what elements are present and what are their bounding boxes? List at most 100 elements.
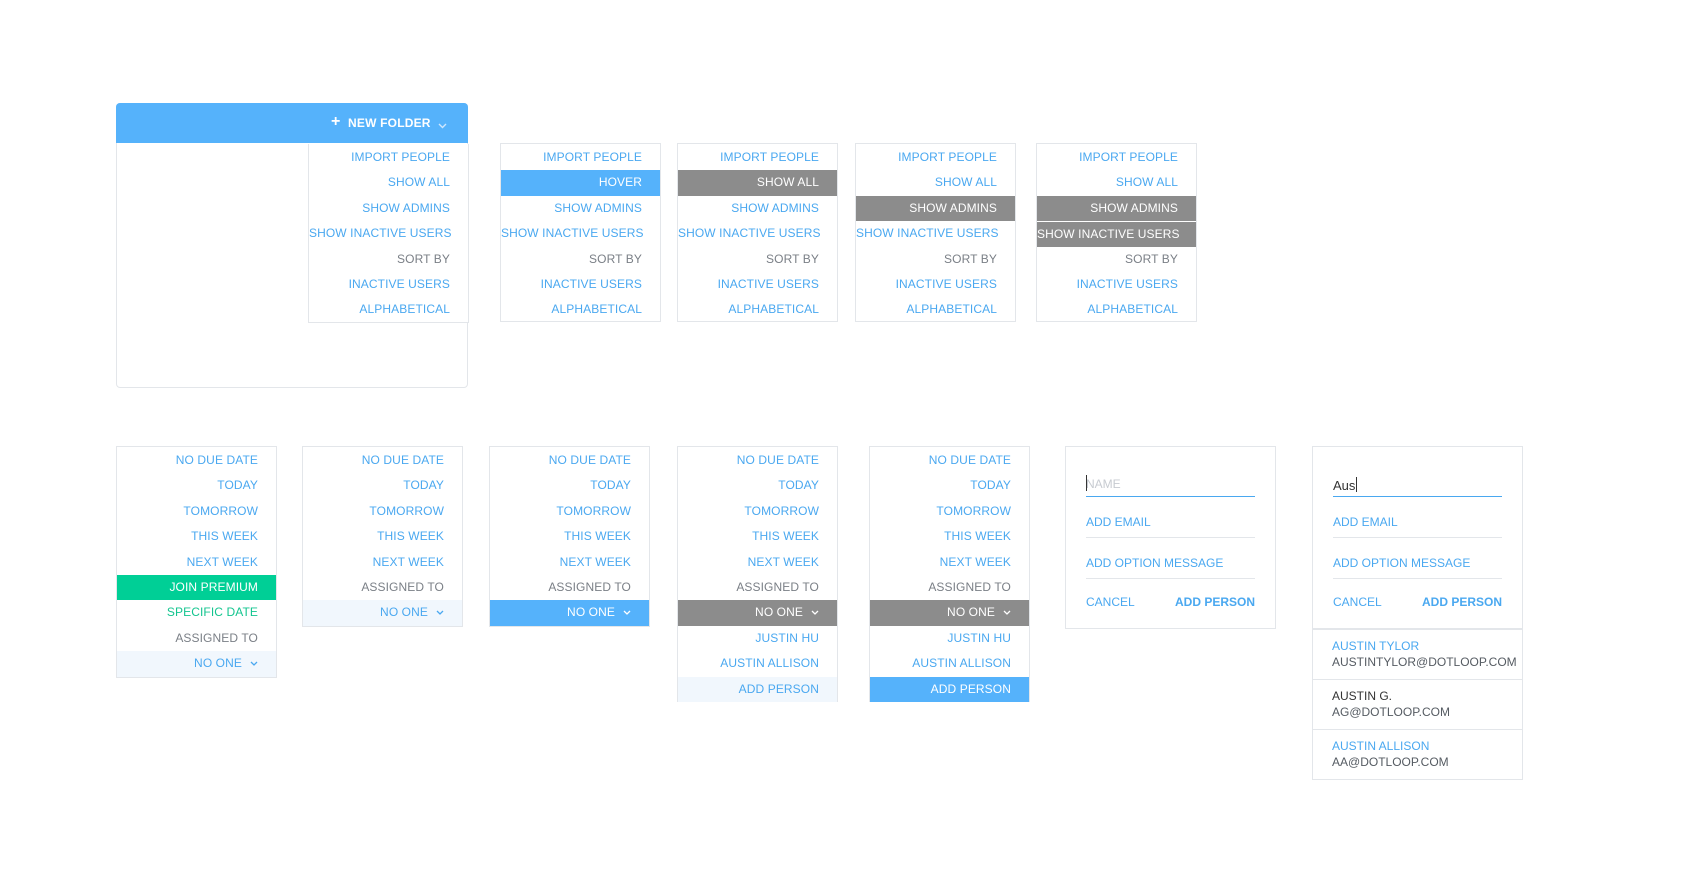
menu-item-inactive-users[interactable]: INACTIVE USERS xyxy=(501,272,660,297)
suggestion-email: AG@DOTLOOP.COM xyxy=(1332,705,1450,719)
add-option-message-link[interactable]: ADD OPTION MESSAGE xyxy=(1333,556,1470,570)
menu-item-no-due-date[interactable]: NO DUE DATE xyxy=(303,448,462,473)
menu-item-today[interactable]: TODAY xyxy=(870,473,1029,498)
name-input[interactable]: Aus xyxy=(1333,457,1502,497)
name-placeholder: NAME xyxy=(1086,477,1121,491)
menu-item-show-all[interactable]: SHOW ALL xyxy=(309,170,468,195)
add-option-message-link[interactable]: ADD OPTION MESSAGE xyxy=(1086,556,1223,570)
menu-item-show-all[interactable]: SHOW ALL xyxy=(856,170,1015,195)
menu-item-alphabetical[interactable]: ALPHABETICAL xyxy=(678,297,837,322)
menu-item-next-week[interactable]: NEXT WEEK xyxy=(490,550,649,575)
menu-item-today[interactable]: TODAY xyxy=(678,473,837,498)
menu-item-this-week[interactable]: THIS WEEK xyxy=(678,524,837,549)
chevron-down-icon[interactable] xyxy=(438,118,447,132)
menu-item-show-all[interactable]: SHOW ALL xyxy=(1037,170,1196,195)
menu-item-next-week[interactable]: NEXT WEEK xyxy=(870,550,1029,575)
menu-item-import-people[interactable]: IMPORT PEOPLE xyxy=(678,145,837,170)
filter-menu-multi-selected: IMPORT PEOPLE SHOW ALL SHOW ADMINS SHOW … xyxy=(1036,143,1197,322)
menu-item-tomorrow[interactable]: TOMORROW xyxy=(303,499,462,524)
menu-item-today[interactable]: TODAY xyxy=(303,473,462,498)
menu-item-person[interactable]: JUSTIN HU xyxy=(678,626,837,651)
new-folder-label[interactable]: NEW FOLDER xyxy=(348,116,431,130)
suggestion-email: AA@DOTLOOP.COM xyxy=(1332,755,1449,769)
menu-item-no-due-date[interactable]: NO DUE DATE xyxy=(117,448,276,473)
add-person-button[interactable]: ADD PERSON xyxy=(678,676,837,702)
menu-item-this-week[interactable]: THIS WEEK xyxy=(490,524,649,549)
suggestion-item[interactable]: AUSTIN TYLOR AUSTINTYLOR@DOTLOOP.COM xyxy=(1313,629,1522,679)
filter-menu-show-all-selected: IMPORT PEOPLE SHOW ALL SHOW ADMINS SHOW … xyxy=(677,143,838,322)
menu-item-person[interactable]: AUSTIN ALLISON xyxy=(678,651,837,676)
menu-item-import-people[interactable]: IMPORT PEOPLE xyxy=(309,145,468,170)
menu-item-person[interactable]: JUSTIN HU xyxy=(870,626,1029,651)
menu-item-import-people[interactable]: IMPORT PEOPLE xyxy=(1037,145,1196,170)
cancel-button[interactable]: CANCEL xyxy=(1333,595,1382,609)
menu-item-tomorrow[interactable]: TOMORROW xyxy=(490,499,649,524)
menu-item-no-due-date[interactable]: NO DUE DATE xyxy=(490,448,649,473)
menu-item-next-week[interactable]: NEXT WEEK xyxy=(117,550,276,575)
menu-label-sort-by: SORT BY xyxy=(944,251,997,266)
due-menu-add-person-hover: NO DUE DATE TODAY TOMORROW THIS WEEK NEX… xyxy=(869,446,1030,702)
menu-label-assigned-to: ASSIGNED TO xyxy=(736,579,819,594)
menu-item-hover[interactable]: HOVER xyxy=(501,170,660,196)
menu-item-show-admins[interactable]: SHOW ADMINS xyxy=(856,195,1015,222)
menu-item-next-week[interactable]: NEXT WEEK xyxy=(678,550,837,575)
assignee-select[interactable]: NO ONE xyxy=(117,651,276,677)
menu-item-inactive-users[interactable]: INACTIVE USERS xyxy=(309,272,468,297)
form-actions: CANCEL ADD PERSON xyxy=(1086,585,1255,615)
menu-item-import-people[interactable]: IMPORT PEOPLE xyxy=(856,145,1015,170)
suggestion-item[interactable]: AUSTIN G. AG@DOTLOOP.COM xyxy=(1313,679,1522,729)
menu-item-today[interactable]: TODAY xyxy=(117,473,276,498)
add-email-row: ADD EMAIL xyxy=(1333,498,1502,538)
join-premium-button[interactable]: JOIN PREMIUM xyxy=(117,574,276,601)
menu-item-show-inactive-users[interactable]: SHOW INACTIVE USERS xyxy=(1037,221,1196,247)
menu-item-no-due-date[interactable]: NO DUE DATE xyxy=(678,448,837,473)
assignee-select[interactable]: NO ONE xyxy=(870,600,1029,626)
menu-item-show-all[interactable]: SHOW ALL xyxy=(678,170,837,196)
menu-item-this-week[interactable]: THIS WEEK xyxy=(117,524,276,549)
menu-item-no-due-date[interactable]: NO DUE DATE xyxy=(870,448,1029,473)
add-email-link[interactable]: ADD EMAIL xyxy=(1086,515,1151,529)
chevron-down-icon xyxy=(811,610,819,616)
menu-item-alphabetical[interactable]: ALPHABETICAL xyxy=(501,297,660,322)
add-person-form-typed: Aus ADD EMAIL ADD OPTION MESSAGE CANCEL … xyxy=(1312,446,1523,629)
menu-item-alphabetical[interactable]: ALPHABETICAL xyxy=(1037,297,1196,322)
cancel-button[interactable]: CANCEL xyxy=(1086,595,1135,609)
menu-item-show-admins[interactable]: SHOW ADMINS xyxy=(501,196,660,221)
menu-item-today[interactable]: TODAY xyxy=(490,473,649,498)
menu-item-show-inactive-users[interactable]: SHOW INACTIVE USERS xyxy=(856,221,1015,246)
menu-item-alphabetical[interactable]: ALPHABETICAL xyxy=(856,297,1015,322)
menu-item-show-inactive-users[interactable]: SHOW INACTIVE USERS xyxy=(678,221,837,246)
menu-item-inactive-users[interactable]: INACTIVE USERS xyxy=(856,272,1015,297)
suggestion-item[interactable]: AUSTIN ALLISON AA@DOTLOOP.COM xyxy=(1313,729,1522,779)
name-input[interactable]: NAME xyxy=(1086,457,1255,497)
menu-item-import-people[interactable]: IMPORT PEOPLE xyxy=(501,145,660,170)
menu-item-tomorrow[interactable]: TOMORROW xyxy=(870,499,1029,524)
menu-item-this-week[interactable]: THIS WEEK xyxy=(303,524,462,549)
menu-item-inactive-users[interactable]: INACTIVE USERS xyxy=(1037,272,1196,297)
assignee-select-label: NO ONE xyxy=(194,656,242,671)
menu-item-specific-date[interactable]: SPECIFIC DATE xyxy=(117,600,276,625)
assignee-select[interactable]: NO ONE xyxy=(490,600,649,626)
new-folder-bar[interactable]: + NEW FOLDER xyxy=(116,103,468,143)
chevron-down-icon xyxy=(623,610,631,616)
menu-item-this-week[interactable]: THIS WEEK xyxy=(870,524,1029,549)
add-person-button[interactable]: ADD PERSON xyxy=(1175,595,1255,609)
menu-label-sort-by: SORT BY xyxy=(397,251,450,266)
menu-item-show-inactive-users[interactable]: SHOW INACTIVE USERS xyxy=(501,221,660,246)
assignee-select[interactable]: NO ONE xyxy=(678,600,837,626)
menu-item-show-admins[interactable]: SHOW ADMINS xyxy=(678,196,837,221)
menu-item-show-admins[interactable]: SHOW ADMINS xyxy=(1037,195,1196,222)
add-person-button[interactable]: ADD PERSON xyxy=(870,676,1029,702)
menu-item-inactive-users[interactable]: INACTIVE USERS xyxy=(678,272,837,297)
assignee-select[interactable]: NO ONE xyxy=(303,600,462,626)
menu-item-alphabetical[interactable]: ALPHABETICAL xyxy=(309,297,468,322)
menu-item-show-admins[interactable]: SHOW ADMINS xyxy=(309,196,468,221)
menu-item-tomorrow[interactable]: TOMORROW xyxy=(678,499,837,524)
menu-item-tomorrow[interactable]: TOMORROW xyxy=(117,499,276,524)
menu-item-person[interactable]: AUSTIN ALLISON xyxy=(870,651,1029,676)
menu-item-next-week[interactable]: NEXT WEEK xyxy=(303,550,462,575)
add-person-button[interactable]: ADD PERSON xyxy=(1422,595,1502,609)
add-email-link[interactable]: ADD EMAIL xyxy=(1333,515,1398,529)
menu-item-show-inactive-users[interactable]: SHOW INACTIVE USERS xyxy=(309,221,468,246)
chevron-down-icon xyxy=(1003,610,1011,616)
